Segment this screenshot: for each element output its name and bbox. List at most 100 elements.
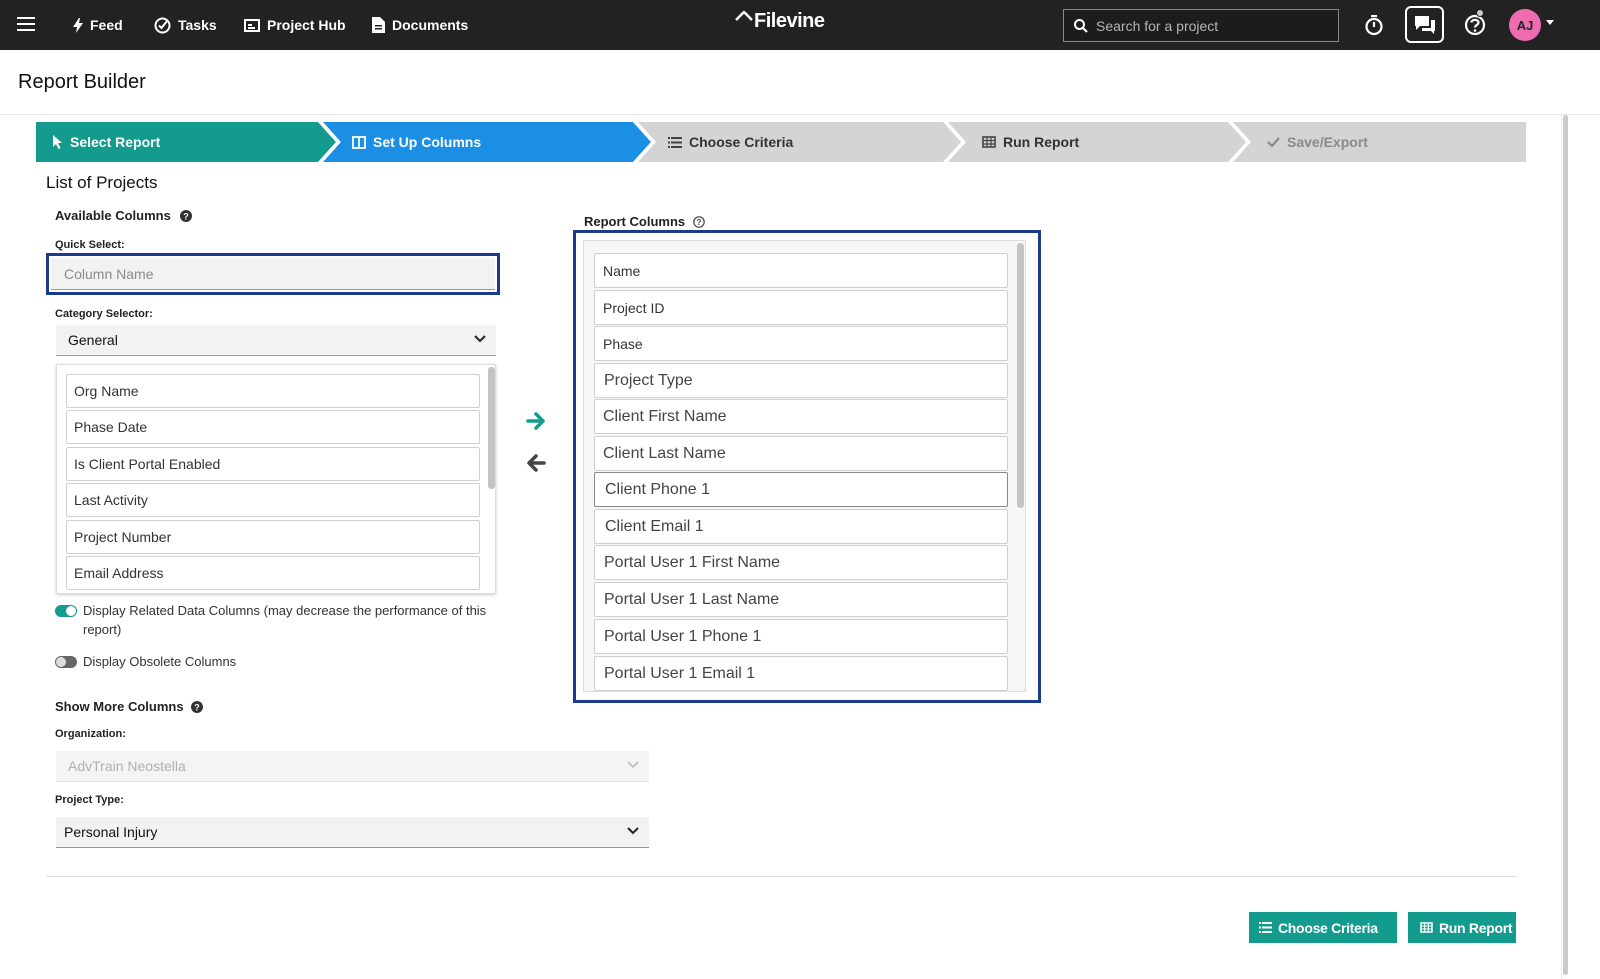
organization-label: Organization: (55, 728, 126, 740)
list-item[interactable]: Client Phone 1 (594, 472, 1008, 507)
step-label: Choose Criteria (689, 134, 794, 150)
report-columns-title: Report Columns (584, 214, 686, 229)
list-item-label: Project ID (603, 299, 665, 316)
remove-column-button[interactable] (524, 451, 548, 475)
wizard-steps: Select Report Set Up Columns Choose Crit… (36, 122, 1526, 162)
arrow-right-icon (526, 412, 545, 430)
table-icon (1420, 922, 1433, 933)
list-item[interactable]: Portal User 1 First Name (594, 545, 1008, 580)
report-columns-list: Name Project ID Phase Project Type Clien… (583, 240, 1026, 692)
list-item[interactable]: Project Number (66, 520, 480, 554)
related-columns-toggle[interactable] (55, 605, 77, 617)
list-item-label: Org Name (74, 383, 139, 399)
step-label: Set Up Columns (373, 134, 482, 150)
list-icon (1259, 922, 1272, 933)
available-columns-heading: Available Columns ? (55, 208, 192, 223)
nav-documents-label: Documents (392, 17, 469, 33)
page-scrollbar[interactable] (1561, 115, 1568, 979)
chevron-down-icon (627, 761, 639, 769)
list-item[interactable]: Portal User 1 Last Name (594, 582, 1008, 617)
run-report-button[interactable]: Run Report (1408, 912, 1516, 943)
step-save-export: Save/Export (1267, 122, 1368, 162)
list-item[interactable]: Portal User 1 Email 1 (594, 656, 1008, 691)
list-item-label: Project Number (74, 529, 172, 545)
list-item-label: Project Type (604, 371, 693, 389)
choose-criteria-button[interactable]: Choose Criteria (1249, 912, 1397, 943)
section-title: List of Projects (46, 173, 158, 192)
svg-text:?: ? (183, 211, 189, 221)
arrow-tip (1380, 912, 1397, 943)
step-select-report[interactable]: Select Report (52, 122, 160, 162)
quick-select-label: Quick Select: (55, 239, 125, 251)
step-run-report[interactable]: Run Report (982, 122, 1079, 162)
logo-text: Filevine (754, 10, 825, 32)
help-button[interactable] (1458, 8, 1492, 42)
list-item[interactable]: Project Type (594, 363, 1008, 398)
nav-project-hub[interactable]: Project Hub (244, 0, 346, 50)
project-type-value: Personal Injury (64, 824, 158, 840)
list-item[interactable]: Phase (594, 326, 1008, 361)
chevron-down-icon (474, 335, 486, 343)
available-columns-title: Available Columns (55, 208, 171, 223)
obsolete-columns-toggle[interactable] (55, 656, 77, 668)
category-select[interactable]: General (56, 325, 496, 356)
list-item[interactable]: Last Activity (66, 483, 480, 517)
quick-select-input[interactable] (51, 258, 495, 290)
list-item[interactable]: Client Email 1 (594, 509, 1008, 544)
chat-button[interactable] (1405, 6, 1444, 43)
list-scrollbar[interactable] (1017, 243, 1024, 508)
nav-tasks-label: Tasks (178, 17, 217, 33)
list-item[interactable]: Client Last Name (594, 436, 1008, 471)
table-icon (982, 136, 996, 148)
step-choose-criteria[interactable]: Choose Criteria (668, 122, 793, 162)
list-item-label: Is Client Portal Enabled (74, 456, 221, 472)
help-circle-icon[interactable]: ? (179, 209, 192, 222)
help-circle-icon[interactable]: ? (693, 215, 705, 228)
document-icon (372, 17, 385, 33)
help-circle-icon[interactable]: ? (190, 700, 203, 713)
help-icon (1464, 14, 1486, 36)
list-item[interactable]: Email Address (66, 556, 480, 590)
step-set-up-columns[interactable]: Set Up Columns (352, 122, 481, 162)
chat-icon (1414, 15, 1435, 34)
list-item[interactable]: Org Name (66, 374, 480, 408)
arrow-left-icon (527, 454, 546, 472)
list-item-label: Client Last Name (603, 444, 726, 462)
notification-dot (1476, 9, 1484, 17)
list-scrollbar[interactable] (488, 367, 495, 489)
project-type-select[interactable]: Personal Injury (56, 817, 649, 848)
show-more-heading: Show More Columns ? (55, 699, 203, 714)
check-circle-icon (154, 17, 171, 33)
available-columns-list: Org Name Phase Date Is Client Portal Ena… (56, 364, 496, 594)
nav-tasks[interactable]: Tasks (154, 0, 217, 50)
list-item[interactable]: Portal User 1 Phone 1 (594, 619, 1008, 654)
list-item[interactable]: Client First Name (594, 399, 1008, 434)
cursor-icon (53, 135, 62, 149)
chevron-down-icon[interactable] (1546, 20, 1554, 25)
list-item-label: Portal User 1 Phone 1 (604, 627, 762, 645)
svg-text:?: ? (697, 218, 702, 227)
list-item-label: Client Email 1 (605, 517, 704, 535)
category-value: General (68, 332, 118, 348)
list-item-label: Client First Name (603, 407, 727, 425)
avatar[interactable]: AJ (1509, 9, 1541, 41)
filevine-logo[interactable]: Filevine (735, 10, 825, 33)
organization-select: AdvTrain Neostella (56, 751, 649, 782)
list-item-label: Portal User 1 Last Name (604, 590, 780, 608)
nav-documents[interactable]: Documents (372, 0, 468, 50)
add-column-button[interactable] (524, 409, 548, 433)
step-label: Save/Export (1287, 134, 1368, 150)
list-item[interactable]: Project ID (594, 290, 1008, 325)
timer-button[interactable] (1357, 8, 1391, 42)
list-item[interactable]: Phase Date (66, 410, 480, 444)
report-columns-heading: Report Columns ? (584, 214, 705, 229)
step-label: Run Report (1003, 134, 1080, 150)
organization-value: AdvTrain Neostella (68, 758, 186, 774)
menu-icon[interactable] (17, 17, 35, 31)
nav-project-hub-label: Project Hub (267, 17, 346, 33)
list-item[interactable]: Name (594, 253, 1008, 288)
nav-feed[interactable]: Feed (73, 0, 123, 50)
list-item[interactable]: Is Client Portal Enabled (66, 447, 480, 481)
search-input[interactable] (1096, 17, 1326, 34)
project-search[interactable] (1063, 9, 1339, 42)
